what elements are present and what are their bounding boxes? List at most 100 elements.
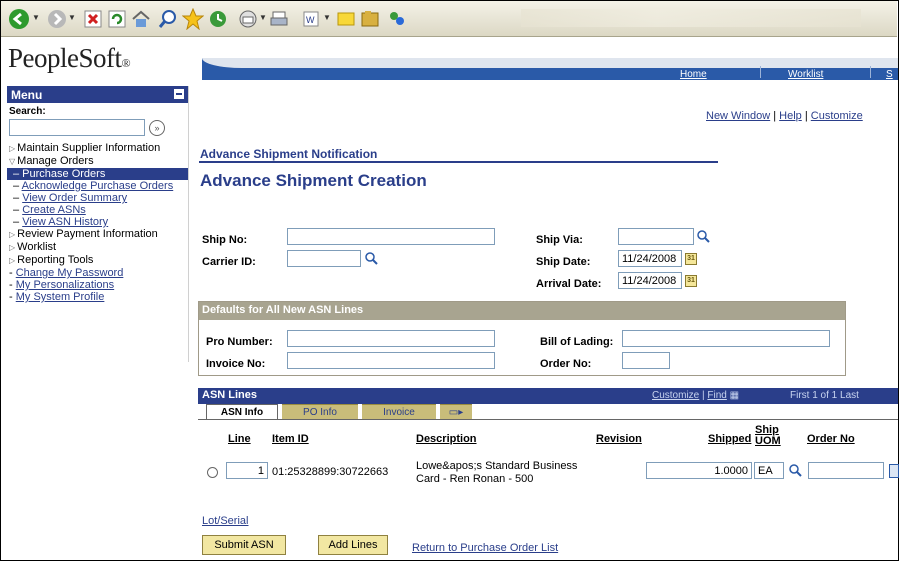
ship-date-calendar-icon[interactable]: 31 <box>685 253 697 265</box>
menu-item-personalizations[interactable]: - My Personalizations <box>7 279 188 291</box>
order-no-input[interactable] <box>622 352 670 369</box>
menu-item-view-asn-history[interactable]: – View ASN History <box>7 216 188 228</box>
messenger-icon[interactable] <box>385 7 409 31</box>
row-detail-icon[interactable] <box>889 464 899 478</box>
mail-dropdown-icon[interactable]: ▼ <box>259 13 267 22</box>
forward-dropdown-icon[interactable]: ▼ <box>68 13 76 22</box>
menu-item-create-asns[interactable]: – Create ASNs <box>7 204 188 216</box>
tab-po-info[interactable]: PO Info <box>282 404 358 420</box>
invoice-no-label: Invoice No: <box>206 358 266 370</box>
invoice-no-input[interactable] <box>287 352 495 369</box>
menu-item-maintain-supplier[interactable]: ▷ Maintain Supplier Information <box>7 142 188 155</box>
line-number-input[interactable] <box>226 462 268 479</box>
browser-toolbar: ▼ ▼ ▼ W ▼ <box>1 1 897 37</box>
column-description[interactable]: Description <box>416 433 477 445</box>
search-go-icon[interactable]: » <box>149 119 165 136</box>
nav-more-link[interactable]: S <box>886 69 893 80</box>
column-item-id[interactable]: Item ID <box>272 433 309 445</box>
toolbar-address-area <box>521 9 861 27</box>
grid-title: ASN Lines <box>202 389 258 401</box>
nav-home-link[interactable]: Home <box>680 69 707 80</box>
description-value: Lowe&apos;s Standard Business Card - Ren … <box>416 460 578 485</box>
grid-pagination[interactable]: First 1 of 1 Last <box>790 390 859 401</box>
column-shipped[interactable]: Shipped <box>708 433 751 445</box>
title-divider <box>199 161 718 163</box>
pro-number-label: Pro Number: <box>206 336 273 348</box>
menu-header: Menu <box>7 86 188 103</box>
ship-via-lookup-icon[interactable] <box>696 229 710 243</box>
forward-icon[interactable] <box>45 7 69 31</box>
refresh-icon[interactable] <box>105 7 129 31</box>
menu-item-system-profile[interactable]: - My System Profile <box>7 291 188 303</box>
menu-item-reporting-tools[interactable]: ▷ Reporting Tools <box>7 254 188 267</box>
help-link[interactable]: Help <box>779 110 802 122</box>
back-dropdown-icon[interactable]: ▼ <box>32 13 40 22</box>
menu-search-input[interactable] <box>9 119 145 136</box>
folder-icon[interactable] <box>358 7 382 31</box>
item-id-value: 01:25328899:30722663 <box>272 466 389 478</box>
show-all-columns-icon[interactable]: ▭▸ <box>440 404 472 420</box>
menu-item-change-password[interactable]: - Change My Password <box>7 267 188 279</box>
stop-icon[interactable] <box>81 7 105 31</box>
tab-invoice[interactable]: Invoice <box>362 404 436 420</box>
history-icon[interactable] <box>206 7 230 31</box>
nav-separator <box>760 66 761 78</box>
ship-no-input[interactable] <box>287 228 495 245</box>
customize-page-link[interactable]: Customize <box>811 110 863 122</box>
ship-uom-input[interactable] <box>754 462 784 479</box>
bill-of-lading-input[interactable] <box>622 330 830 347</box>
pro-number-input[interactable] <box>287 330 495 347</box>
peoplesoft-logo: PeopleSoft® <box>8 43 131 73</box>
page-utility-links: New Window | Help | Customize <box>706 110 863 122</box>
uom-lookup-icon[interactable] <box>788 463 802 477</box>
menu-item-manage-orders[interactable]: ▽ Manage Orders <box>7 155 188 168</box>
column-revision[interactable]: Revision <box>596 433 642 445</box>
arrival-date-input[interactable] <box>618 272 682 289</box>
return-to-po-list-link[interactable]: Return to Purchase Order List <box>412 542 558 554</box>
nav-separator <box>870 66 871 78</box>
row-order-no-input[interactable] <box>808 462 884 479</box>
grid-find-link[interactable]: Find <box>707 390 726 401</box>
home-icon[interactable] <box>129 7 153 31</box>
bill-of-lading-label: Bill of Lading: <box>540 336 614 348</box>
column-order-no[interactable]: Order No <box>807 433 855 445</box>
menu-item-view-order-summary[interactable]: – View Order Summary <box>7 192 188 204</box>
carrier-id-label: Carrier ID: <box>202 256 256 268</box>
print-icon[interactable] <box>267 7 291 31</box>
mail-icon[interactable] <box>236 7 260 31</box>
tab-asn-info[interactable]: ASN Info <box>206 404 278 420</box>
back-icon[interactable] <box>7 7 31 31</box>
menu-item-review-payment[interactable]: ▷ Review Payment Information <box>7 228 188 241</box>
column-line[interactable]: Line <box>228 433 251 445</box>
carrier-lookup-icon[interactable] <box>364 251 378 265</box>
carrier-id-input[interactable] <box>287 250 361 267</box>
shipped-qty-input[interactable] <box>646 462 752 479</box>
menu-item-worklist[interactable]: ▷ Worklist <box>7 241 188 254</box>
menu-item-acknowledge-po[interactable]: – Acknowledge Purchase Orders <box>7 180 188 192</box>
breadcrumb: Advance Shipment Notification <box>200 147 378 161</box>
ship-date-label: Ship Date: <box>536 256 591 268</box>
new-window-link[interactable]: New Window <box>706 110 770 122</box>
favorites-icon[interactable] <box>181 7 205 31</box>
page-title: Advance Shipment Creation <box>200 171 427 190</box>
grid-customize-link[interactable]: Customize <box>652 390 699 401</box>
edit-icon[interactable]: W <box>299 7 323 31</box>
lot-serial-link[interactable]: Lot/Serial <box>202 515 248 527</box>
add-lines-button[interactable]: Add Lines <box>318 535 388 555</box>
nav-worklist-link[interactable]: Worklist <box>788 69 823 80</box>
submit-asn-button[interactable]: Submit ASN <box>202 535 286 555</box>
menu-item-purchase-orders[interactable]: – Purchase Orders <box>7 168 188 180</box>
ship-date-input[interactable] <box>618 250 682 267</box>
column-ship-uom[interactable]: Ship UOM <box>755 425 781 447</box>
collapse-menu-icon[interactable] <box>174 89 184 99</box>
row-select-radio[interactable] <box>207 467 218 478</box>
edit-dropdown-icon[interactable]: ▼ <box>323 13 331 22</box>
grid-view-all-icon[interactable]: ▦ <box>730 390 739 401</box>
order-no-label: Order No: <box>540 358 592 370</box>
menu-search-label: Search: <box>9 106 46 117</box>
discuss-icon[interactable] <box>334 7 358 31</box>
search-icon[interactable] <box>156 7 180 31</box>
ship-no-label: Ship No: <box>202 234 248 246</box>
arrival-date-calendar-icon[interactable]: 31 <box>685 275 697 287</box>
ship-via-input[interactable] <box>618 228 694 245</box>
